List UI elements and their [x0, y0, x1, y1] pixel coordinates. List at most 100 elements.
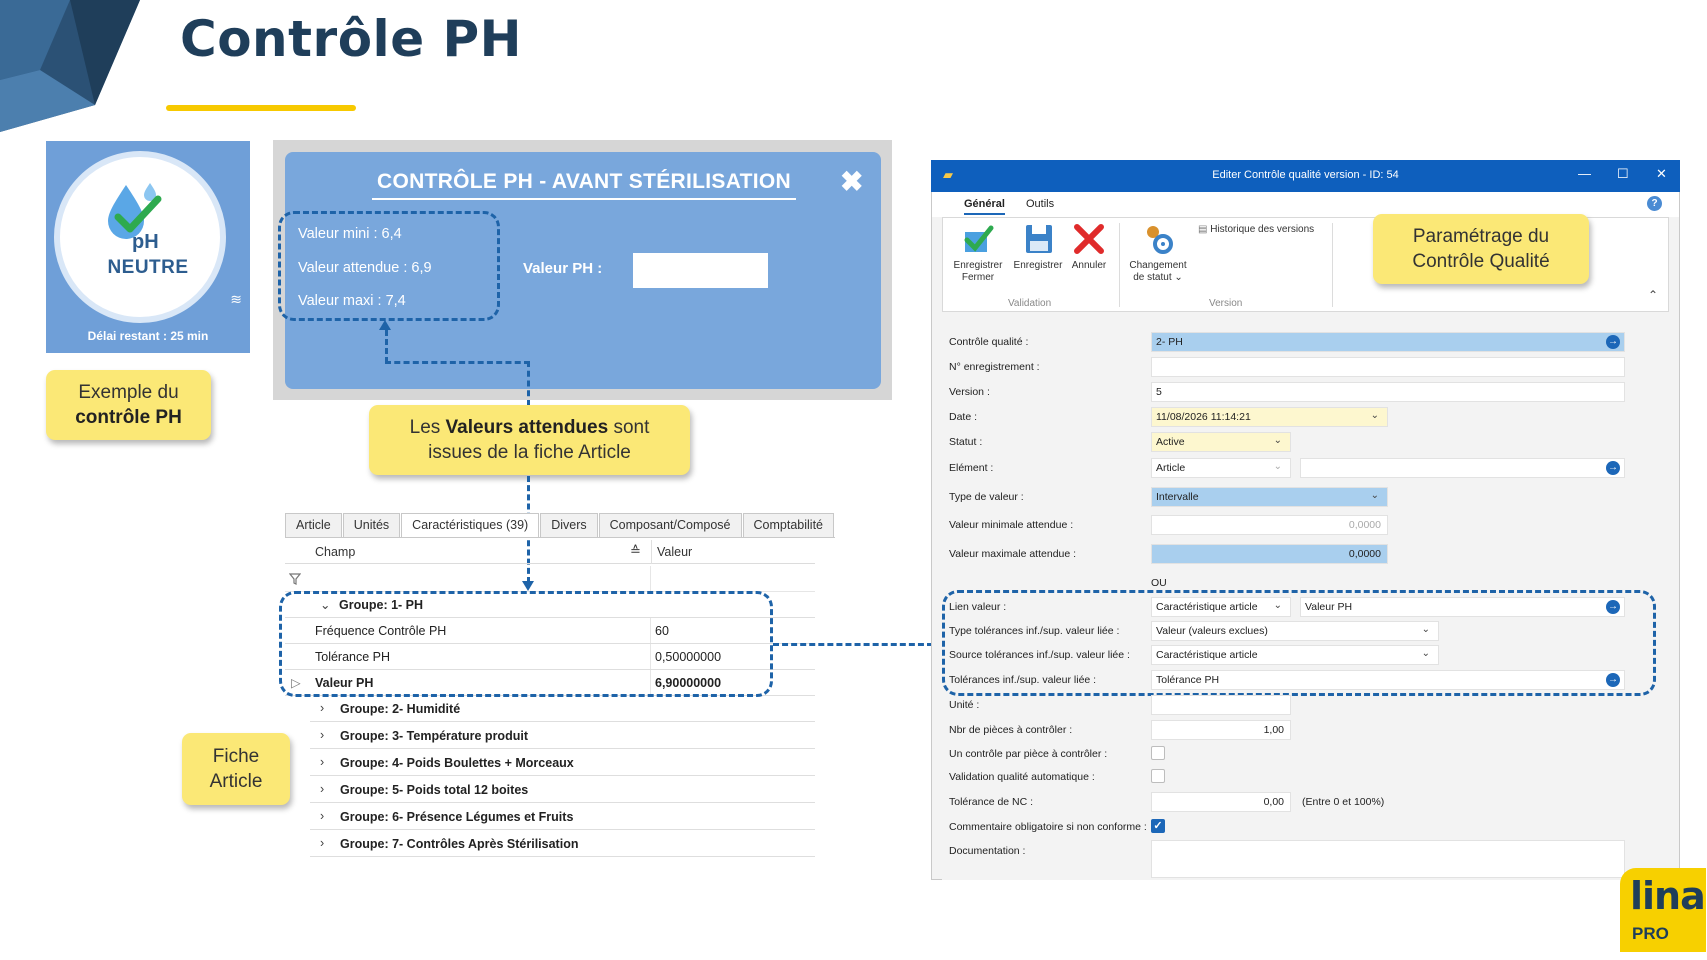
- neutre-label: NEUTRE: [107, 257, 189, 278]
- change-status-label1: Changement: [1129, 260, 1187, 271]
- save-close-icon: [964, 225, 994, 252]
- col-champ[interactable]: Champ: [315, 545, 355, 559]
- col-valeur[interactable]: Valeur: [657, 545, 692, 559]
- filter-row[interactable]: [285, 566, 815, 592]
- nbr-pieces-field[interactable]: 1,00: [1151, 720, 1291, 740]
- connector-up: [385, 330, 388, 363]
- grid-highlight: [279, 591, 773, 697]
- corner-decoration: [0, 0, 140, 132]
- callout-parametrage-line1: Paramétrage du: [1412, 226, 1550, 247]
- tab-outils[interactable]: Outils: [1026, 198, 1054, 210]
- history-button[interactable]: ▤ Historique des versions: [1198, 224, 1314, 236]
- chevron-down-icon[interactable]: ⌄: [1371, 490, 1379, 501]
- chevron-right-icon[interactable]: ›: [320, 836, 324, 850]
- group-row[interactable]: › Groupe: 7- Contrôles Après Stérilisatio…: [310, 831, 815, 857]
- connector-right: [527, 361, 530, 406]
- gear-person-icon: [1147, 226, 1173, 254]
- window-titlebar[interactable]: ▰ Editer Contrôle qualité version - ID: …: [931, 160, 1680, 192]
- callout-valeurs-post: sont: [608, 417, 650, 438]
- page-title: Contrôle PH: [180, 10, 522, 68]
- chevron-down-icon[interactable]: ⌄: [1274, 435, 1282, 446]
- tolerance-nc-field[interactable]: 0,00: [1151, 792, 1291, 812]
- tolerance-nc-value: 0,00: [1263, 796, 1284, 808]
- change-status-label2: de statut ⌄: [1133, 272, 1183, 283]
- group-version-label: Version: [1209, 298, 1243, 309]
- group-label: Groupe: 3- Température produit: [340, 729, 528, 743]
- documentation-field[interactable]: [1151, 840, 1625, 878]
- callout-fiche-line2: Article: [209, 771, 263, 792]
- save-close-button[interactable]: Enregistrer Fermer: [950, 222, 1006, 284]
- title-underline: [166, 105, 356, 111]
- tab-general[interactable]: Général: [964, 198, 1005, 215]
- version-value: 5: [1156, 386, 1162, 398]
- label-tolerance-nc: Tolérance de NC :: [949, 796, 1034, 808]
- label-statut: Statut :: [949, 436, 983, 448]
- chevron-right-icon[interactable]: ›: [320, 755, 324, 769]
- statut-value: Active: [1156, 436, 1185, 448]
- num-enregistrement-field[interactable]: [1151, 357, 1625, 377]
- type-valeur-field[interactable]: Intervalle ⌄: [1151, 487, 1388, 507]
- valeur-ph-input[interactable]: [633, 253, 768, 288]
- un-controle-checkbox[interactable]: [1151, 746, 1165, 760]
- group-row[interactable]: › Groupe: 2- Humidité: [310, 696, 815, 722]
- date-value: 11/08/2026 11:14:21: [1156, 411, 1251, 423]
- values-highlight: [278, 211, 500, 321]
- commentaire-checkbox[interactable]: ✓: [1151, 819, 1165, 833]
- element-link-field[interactable]: →: [1300, 458, 1625, 478]
- save-label: Enregistrer: [1013, 260, 1063, 271]
- tab-composant[interactable]: Composant/Composé: [598, 513, 742, 537]
- callout-fiche-article: Fiche Article: [182, 733, 290, 805]
- group-validation-label: Validation: [1008, 298, 1052, 309]
- group-row[interactable]: › Groupe: 3- Température produit: [310, 723, 815, 749]
- chevron-right-icon[interactable]: ›: [320, 809, 324, 823]
- label-un-controle: Un contrôle par pièce à contrôler :: [949, 748, 1108, 760]
- version-field[interactable]: 5: [1151, 382, 1625, 402]
- label-element: Elément :: [949, 462, 994, 474]
- controle-qualite-field[interactable]: 2- PH →: [1151, 332, 1625, 352]
- chevron-right-icon[interactable]: ›: [320, 782, 324, 796]
- close-window-icon[interactable]: ✕: [1656, 166, 1667, 182]
- arrow-right-circle-icon[interactable]: →: [1606, 461, 1620, 475]
- cancel-label: Annuler: [1071, 260, 1107, 271]
- group-row[interactable]: › Groupe: 4- Poids Boulettes + Morceaux: [310, 750, 815, 776]
- close-icon[interactable]: ✖: [840, 165, 863, 198]
- val-max-field[interactable]: 0,0000: [1151, 544, 1388, 564]
- ribbon-separator: [1332, 223, 1333, 307]
- save-button[interactable]: Enregistrer: [1010, 222, 1066, 272]
- chevron-right-icon[interactable]: ›: [320, 728, 324, 742]
- date-field[interactable]: 11/08/2026 11:14:21 ⌄: [1151, 407, 1388, 427]
- validation-auto-checkbox[interactable]: [1151, 769, 1165, 783]
- tab-unites[interactable]: Unités: [342, 513, 401, 537]
- group-row[interactable]: › Groupe: 6- Présence Légumes et Fruits: [310, 804, 815, 830]
- maximize-icon[interactable]: ☐: [1617, 166, 1629, 182]
- nbr-pieces-value: 1,00: [1263, 724, 1284, 736]
- controle-qualite-value: 2- PH: [1156, 336, 1183, 348]
- unite-field[interactable]: [1151, 695, 1291, 715]
- val-min-field[interactable]: 0,0000: [1151, 515, 1388, 535]
- label-documentation: Documentation :: [949, 845, 1026, 857]
- cancel-button[interactable]: Annuler: [1067, 222, 1111, 272]
- chevron-down-icon[interactable]: ⌄: [1371, 410, 1379, 421]
- label-val-min: Valeur minimale attendue :: [949, 519, 1074, 531]
- window-title: Editer Contrôle qualité version - ID: 54: [1212, 169, 1399, 181]
- chevron-down-icon[interactable]: ⌄: [1274, 461, 1282, 472]
- callout-valeurs-pre: Les: [409, 417, 446, 438]
- arrow-right-circle-icon[interactable]: →: [1606, 335, 1620, 349]
- history-label: Historique des versions: [1210, 224, 1315, 235]
- minimize-icon[interactable]: —: [1578, 166, 1591, 181]
- help-icon[interactable]: ?: [1647, 196, 1662, 211]
- sort-icon[interactable]: ≙: [630, 543, 641, 559]
- tab-divers[interactable]: Divers: [540, 513, 598, 537]
- group-row[interactable]: › Groupe: 5- Poids total 12 boites: [310, 777, 815, 803]
- element-field[interactable]: Article ⌄: [1151, 458, 1291, 478]
- cancel-x-icon: [1074, 224, 1104, 254]
- chevron-right-icon[interactable]: ›: [320, 701, 324, 715]
- connector-mid: [385, 361, 530, 364]
- callout-parametrage-line2: Contrôle Qualité: [1412, 251, 1550, 272]
- statut-field[interactable]: Active ⌄: [1151, 432, 1291, 452]
- tab-article[interactable]: Article: [285, 513, 342, 537]
- change-status-button[interactable]: Changement de statut ⌄: [1124, 222, 1192, 284]
- tab-comptabilite[interactable]: Comptabilité: [742, 513, 834, 537]
- collapse-ribbon-icon[interactable]: ⌃: [1648, 288, 1658, 302]
- tab-caracteristiques[interactable]: Caractéristiques (39): [401, 513, 540, 537]
